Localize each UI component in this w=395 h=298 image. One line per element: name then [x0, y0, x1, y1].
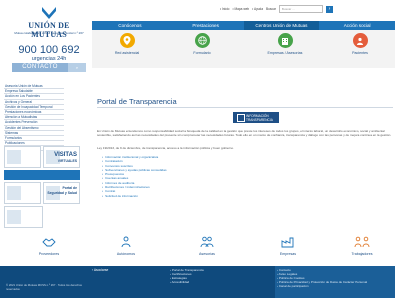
tile-banner[interactable] — [4, 170, 80, 180]
transparency-links: Información institucional y organizativa… — [102, 155, 302, 198]
footer-col-3: › Contacto › Aviso Legales › Política de… — [277, 268, 389, 289]
quick-link-formulario[interactable]: Formulario — [167, 33, 237, 55]
audience-label: Autónomos — [116, 252, 136, 256]
logo-subtitle: Mutua colaboradora con la Seguridad Soci… — [14, 31, 84, 35]
nav-item-conocenos[interactable]: Conócenos — [92, 21, 168, 30]
quick-link-label: Pacientes — [352, 51, 368, 55]
footer-link[interactable]: › Canal de participación — [277, 284, 389, 289]
tile-image — [7, 210, 21, 224]
nav-item-prestaciones[interactable]: Prestaciones — [168, 21, 244, 30]
tile-visitas-virtuales[interactable]: VISITAS VIRTUALES — [43, 146, 80, 168]
transparency-banner[interactable]: INFORMACIÓN TRANSPARENCIA — [233, 112, 279, 123]
audience-label: Asesorías — [199, 252, 215, 256]
factory-icon — [258, 236, 318, 250]
quick-link-pacientes[interactable]: Pacientes — [325, 33, 395, 55]
user-icon — [352, 33, 368, 48]
logo-brand-text: UNIÓN DE MUTUAS — [28, 21, 70, 39]
banner-line2: TRANSPARENCIA — [246, 117, 273, 122]
title-divider — [97, 107, 393, 108]
globe-icon — [194, 33, 210, 48]
footer-col-2: › Portal de Transparencia › Certificacio… — [170, 268, 204, 285]
tile-subtitle: VIRTUALES — [57, 159, 77, 163]
sidebar-tiles: VISITAS VIRTUALES Portal de Seguridad y … — [4, 146, 80, 230]
phone-number[interactable]: 900 100 692 — [12, 44, 86, 56]
quick-link-empresas[interactable]: Empresas / Asesorías — [250, 33, 320, 55]
law-paragraph: Ley 19/2013, de 9 de diciembre, de trans… — [97, 146, 234, 150]
tile-participacion[interactable] — [4, 206, 43, 228]
quick-link-label: Formulario — [193, 51, 211, 55]
search-label: Buscar — [265, 7, 276, 11]
footer-link[interactable]: › Accesibilidad — [170, 280, 204, 285]
contact-secondary-button[interactable]: ⌕ — [68, 63, 86, 72]
site-footer: © 2021 Unión de Mutuas MCSS n.º 267 · To… — [0, 266, 395, 298]
audience-trabajadores[interactable]: Trabajadores — [332, 236, 392, 256]
audience-label: Empresas — [279, 252, 297, 256]
sidebar-menu: Asesoría Unión de Mutuas Empresa Saludab… — [4, 84, 64, 152]
utility-link-home[interactable]: • Inicio — [220, 7, 229, 11]
transparency-link[interactable]: Solicitud de información — [102, 194, 302, 198]
utility-bar: • Inicio • Mapa web • Ayuda Buscar Busca… — [220, 2, 395, 16]
tile-app[interactable] — [4, 182, 41, 204]
tile-subtitle: Seguridad y Salud — [47, 191, 77, 195]
contact-button[interactable]: CONTACTO — [12, 63, 68, 72]
tile-portal-seguridad[interactable]: Portal de Seguridad y Salud — [43, 182, 80, 204]
audience-label: Trabajadores — [351, 252, 373, 256]
tile-news[interactable] — [4, 146, 41, 168]
info-icon — [237, 114, 245, 122]
audience-proveedores[interactable]: Proveedores — [19, 236, 79, 256]
footer-copyright: © 2021 Unión de Mutuas MCSS n.º 267 · To… — [6, 283, 82, 291]
phone-app-icon — [7, 186, 21, 200]
people-icon — [177, 236, 237, 250]
page-title: Portal de Transparencia — [97, 97, 177, 106]
nav-item-accion-social[interactable]: Acción social — [319, 21, 395, 30]
audience-empresas[interactable]: Empresas — [258, 236, 318, 256]
worker-icon — [96, 236, 156, 250]
search-input[interactable]: Buscar ... — [278, 5, 323, 13]
search-button[interactable]: › — [325, 5, 333, 13]
site-logo[interactable]: UNIÓN DE MUTUAS Mutua colaboradora con l… — [14, 6, 84, 39]
contact-row: CONTACTO ⌕ — [12, 63, 86, 72]
footer-col-1: › Asociarse — [92, 268, 108, 273]
logo-mark-icon — [42, 7, 56, 19]
workers-icon — [332, 236, 392, 250]
quick-link-label: Empresas / Asesorías — [267, 51, 303, 55]
tile-title: VISITAS — [54, 152, 77, 158]
utility-link-sitemap[interactable]: • Mapa web — [232, 7, 249, 11]
quick-link-red-asistencial[interactable]: Red asistencial — [92, 33, 162, 55]
hours-label: urgencias 24h — [31, 56, 67, 62]
audience-asesorias[interactable]: Asesorías — [177, 236, 237, 256]
footer-link-asociarse[interactable]: › Asociarse — [92, 268, 108, 273]
audience-autonomos[interactable]: Autónomos — [96, 236, 156, 256]
utility-link-help[interactable]: • Ayuda — [252, 7, 263, 11]
quick-links-strip: Red asistencial Formulario Empresas / As… — [92, 30, 395, 68]
building-icon — [277, 33, 293, 48]
intro-paragraph: En Unión de Mutuas entendemos como respo… — [97, 129, 392, 138]
audience-label: Proveedores — [38, 252, 60, 256]
location-icon — [119, 33, 135, 48]
quick-link-label: Red asistencial — [114, 51, 140, 55]
tile-title: Portal de — [62, 186, 77, 190]
audience-links: Proveedores Autónomos Asesorías Empresas… — [39, 236, 395, 266]
nav-item-centros[interactable]: Centros Unión de Mutuas — [243, 21, 320, 30]
tile-image — [7, 150, 21, 164]
handshake-icon — [19, 236, 79, 250]
main-nav: Conócenos Prestaciones Centros Unión de … — [92, 21, 395, 30]
